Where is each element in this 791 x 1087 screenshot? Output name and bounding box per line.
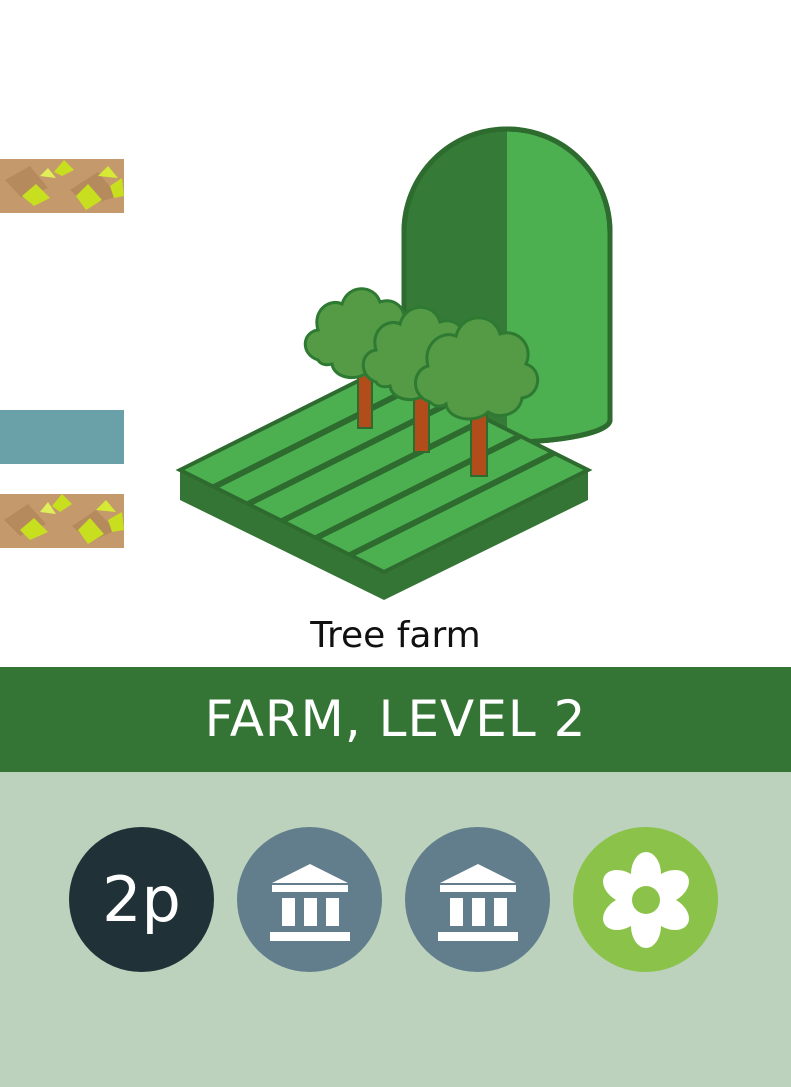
card-title: Tree farm [310,615,481,656]
water-strip [0,410,124,464]
category-band: FARM, LEVEL 2 [0,667,791,772]
points-value: 2p [102,863,181,936]
dirt-tile-top [0,159,124,213]
flower-icon [573,827,718,972]
museum-icon [237,827,382,972]
museum-icon [405,827,550,972]
points-token: 2p [69,827,214,972]
card-illustration [0,126,613,600]
icon-row: 2p [0,772,791,1087]
dirt-tile-bottom [0,494,124,548]
